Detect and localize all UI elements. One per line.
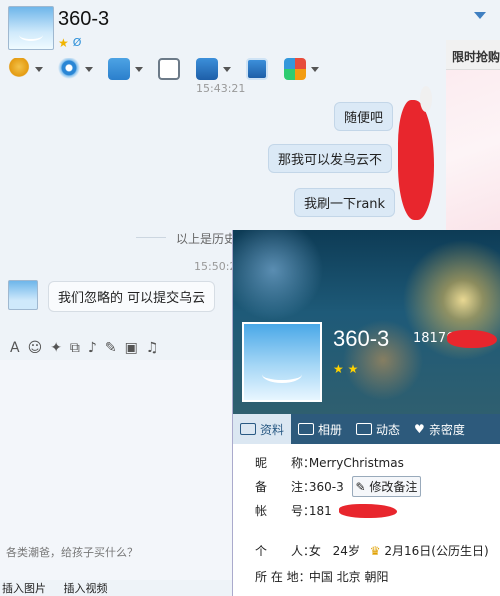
share-screen-button[interactable] <box>246 56 268 82</box>
personal-row: 个 人： 女 24岁 ♛ 2月16日(公历生日) <box>255 542 489 559</box>
folder-icon <box>108 58 130 80</box>
profile-name: 360-3 <box>333 326 390 351</box>
field-label: 备 注： <box>255 480 316 494</box>
image-icon[interactable]: ▣ <box>125 340 138 356</box>
emoji-icon[interactable]: ☺ <box>28 340 43 356</box>
message-timestamp: 15:50:2 <box>194 260 237 273</box>
shake-icon[interactable]: ⧉ <box>70 340 80 356</box>
font-icon[interactable]: A <box>10 340 20 356</box>
screen-share-icon <box>246 58 268 80</box>
input-toolbar: A ☺ ✦ ⧉ ♪ ✎ ▣ ♫ <box>0 336 232 360</box>
voice-message-icon[interactable]: ♪ <box>88 340 97 356</box>
crown-icon: ♛ <box>369 544 381 558</box>
tab-label: 亲密度 <box>428 422 465 437</box>
insert-video-link[interactable]: 插入视频 <box>64 582 108 595</box>
tab-album[interactable]: 相册 <box>291 414 349 444</box>
star-icon: ★ <box>347 362 359 376</box>
history-divider <box>136 237 166 238</box>
tab-label: 资料 <box>260 422 285 437</box>
tab-label: 相册 <box>318 422 343 437</box>
location-value: 中国 北京 朝阳 <box>308 570 389 584</box>
remote-assist-button[interactable] <box>196 56 231 82</box>
field-label: 昵 称： <box>255 456 316 470</box>
history-label: 以上是历史 <box>176 232 237 246</box>
message-bubble-received: 我们忽略的 可以提交乌云 <box>48 281 216 312</box>
message-manager-button[interactable] <box>158 56 180 82</box>
edit-remark-label: 修改备注 <box>369 480 418 494</box>
message-timestamp: 15:43:21 <box>196 82 246 95</box>
message-bubble-sent: 随便吧 <box>334 102 394 131</box>
profile-avatar[interactable] <box>242 322 322 402</box>
album-icon <box>298 423 315 435</box>
location-row: 所 在 地： 中国 北京 朝阳 <box>255 568 388 585</box>
insert-image-link[interactable]: 插入图片 <box>2 582 46 595</box>
profile-tabs: 资料 相册 动态 ♥ 亲密度 <box>233 414 500 444</box>
age-value: 24岁 <box>332 544 360 558</box>
nickname-row: 昵 称： MerryChristmas <box>255 454 404 471</box>
microphone-icon <box>8 58 30 80</box>
ad-title: 限时抢购 <box>446 40 500 70</box>
qzone-icon[interactable]: Ø <box>73 36 82 50</box>
account-value: 181 <box>308 504 332 518</box>
remark-value: 360-3 <box>308 480 344 494</box>
sender-avatar[interactable] <box>8 280 38 310</box>
star-icon: ★ <box>333 362 344 376</box>
expand-arrow-icon[interactable] <box>474 12 486 19</box>
chevron-down-icon[interactable] <box>135 66 143 72</box>
doodle-icon[interactable]: ✎ <box>105 340 117 356</box>
tab-intimacy[interactable]: ♥ 亲密度 <box>407 414 472 444</box>
feed-icon <box>356 423 373 435</box>
star-icon: ★ <box>58 36 69 50</box>
video-call-button[interactable] <box>58 56 93 82</box>
apps-button[interactable] <box>284 56 319 82</box>
chat-toolbar <box>0 54 440 84</box>
bottom-bar: 插入图片 插入视频 <box>0 580 232 596</box>
birthday-value: 2月16日(公历生日) <box>384 544 489 558</box>
edit-remark-button[interactable]: ✎ 修改备注 <box>351 476 422 497</box>
field-label: 所 在 地： <box>255 570 311 584</box>
level-stars: ★ ★ <box>333 362 358 376</box>
close-x-icon <box>420 86 432 112</box>
field-label: 帐 号： <box>255 504 316 518</box>
profile-card: 360-3 18176 ★ ★ 资料 相册 动态 ♥ 亲密度 昵 称： Merr… <box>232 230 500 596</box>
heart-icon: ♥ <box>414 422 425 436</box>
send-file-button[interactable] <box>108 56 143 82</box>
edit-icon: ✎ <box>355 480 366 494</box>
chat-header: 360-3 ★ Ø <box>0 0 500 54</box>
message-bubble-sent: 那我可以发乌云不 <box>268 144 393 173</box>
redaction-scribble <box>447 330 497 348</box>
chevron-down-icon[interactable] <box>223 66 231 72</box>
chevron-down-icon[interactable] <box>35 66 43 72</box>
remark-row: 备 注： 360-3 ✎ 修改备注 <box>255 476 422 497</box>
voice-call-button[interactable] <box>8 56 43 82</box>
input-placeholder: 各类潮爸，给孩子买什么？ <box>6 546 138 559</box>
status-icons: ★ Ø <box>58 36 81 50</box>
tab-info[interactable]: 资料 <box>233 414 292 444</box>
apps-grid-icon <box>284 58 306 80</box>
tab-label: 动态 <box>376 422 401 437</box>
contact-avatar[interactable] <box>8 6 54 50</box>
redaction-scribble <box>339 504 397 518</box>
gender-value: 女 <box>308 544 321 558</box>
contact-title: 360-3 <box>58 8 110 30</box>
chevron-down-icon[interactable] <box>85 66 93 72</box>
music-icon[interactable]: ♫ <box>146 340 159 356</box>
nickname-value: MerryChristmas <box>308 456 404 470</box>
message-bubble-sent: 我刷一下rank <box>294 188 396 217</box>
field-label: 个 人： <box>255 544 316 558</box>
id-card-icon <box>240 423 256 435</box>
chevron-down-icon[interactable] <box>311 66 319 72</box>
account-row: 帐 号： 181 <box>255 502 332 519</box>
webcam-icon <box>58 58 80 80</box>
chat-plus-icon <box>158 58 180 80</box>
tab-feed[interactable]: 动态 <box>349 414 407 444</box>
monitor-icon <box>196 58 218 80</box>
magic-icon[interactable]: ✦ <box>50 340 62 356</box>
